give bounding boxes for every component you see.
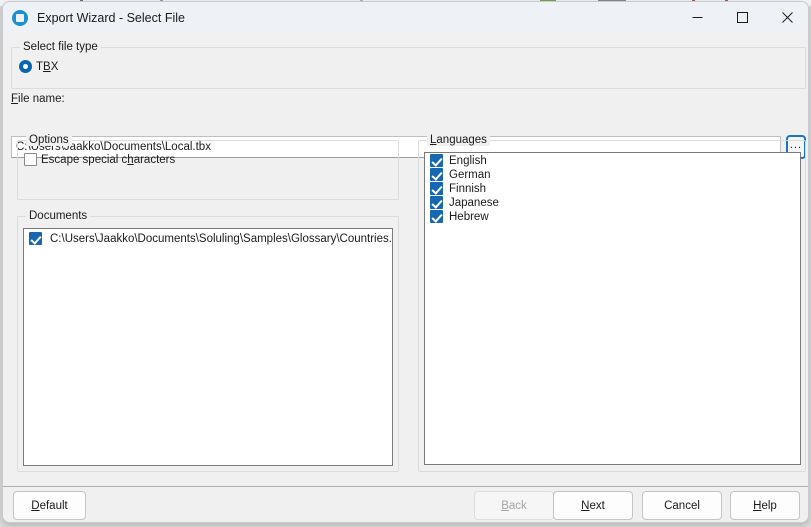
list-item[interactable]: Finnish [430, 182, 800, 195]
next-button-label: ext [589, 499, 605, 512]
options-group-title: Options [26, 134, 72, 146]
minimize-button[interactable] [675, 2, 720, 33]
back-button-label: ack [508, 499, 527, 512]
documents-group: Documents C:\Users\Jaakko\Documents\Solu… [17, 210, 399, 472]
radio-label-tbx-acc: B [43, 60, 51, 73]
languages-group: Languages English German Finnish Japanes… [418, 134, 806, 472]
checkbox-indicator-language [430, 210, 443, 223]
default-button-label: efault [39, 499, 68, 512]
checkbox-label-escape-post: aracters [133, 153, 176, 166]
checkbox-escape-special-characters[interactable]: Escape special c h aracters [24, 153, 175, 166]
languages-group-title-post: anguages [436, 134, 487, 146]
list-item-label: C:\Users\Jaakko\Documents\Soluling\Sampl… [50, 232, 393, 245]
checkbox-indicator-document [29, 232, 42, 245]
radio-label-tbx-pre: T [36, 60, 44, 73]
checkbox-label-escape-pre: Escape special c [41, 153, 128, 166]
help-button-label: elp [761, 499, 777, 512]
dialog-button-bar: Default Back Next Cancel Help [3, 486, 808, 522]
file-name-label-acc: F [11, 93, 19, 105]
help-button[interactable]: Help [730, 491, 800, 520]
documents-listbox[interactable]: C:\Users\Jaakko\Documents\Soluling\Sampl… [23, 228, 393, 466]
list-item[interactable]: Japanese [430, 196, 800, 209]
window-title: Export Wizard - Select File [37, 10, 185, 25]
list-item[interactable]: C:\Users\Jaakko\Documents\Soluling\Sampl… [29, 232, 392, 245]
select-file-type-group-title: Select file type [20, 41, 101, 53]
checkbox-indicator-language [430, 168, 443, 181]
cancel-button[interactable]: Cancel [642, 491, 722, 520]
documents-group-title: Documents [26, 210, 91, 222]
dialog-client-area: Select file type TBX File name: C:\Users… [3, 33, 808, 486]
title-bar[interactable]: Export Wizard - Select File [3, 2, 808, 33]
back-button[interactable]: Back [474, 491, 554, 520]
maximize-button[interactable] [720, 2, 765, 33]
languages-group-title: Languages [427, 134, 490, 146]
checkbox-indicator-language [430, 196, 443, 209]
select-file-type-group: Select file type TBX [11, 41, 806, 89]
circle-minus-icon [12, 9, 28, 26]
cancel-button-label: Cancel [664, 499, 700, 512]
radio-tbx[interactable]: TBX [19, 60, 58, 73]
list-item-label: Japanese [449, 196, 499, 209]
options-group: Options Escape special c h aracters [17, 134, 399, 200]
export-wizard-dialog: Export Wizard - Select File Select file … [2, 1, 809, 523]
next-button[interactable]: Next [553, 491, 633, 520]
list-item-label: Finnish [449, 182, 487, 195]
file-name-label-post: ile name: [18, 93, 65, 105]
file-name-label: File name: [11, 93, 65, 105]
languages-listbox[interactable]: English German Finnish Japanese Hebrew [424, 152, 801, 465]
list-item-label: English [449, 154, 487, 167]
radio-indicator-tbx [19, 60, 32, 73]
close-button[interactable] [765, 2, 808, 33]
list-item-label: Hebrew [449, 210, 489, 223]
checkbox-indicator-language [430, 182, 443, 195]
back-button-acc: B [501, 499, 509, 512]
checkbox-indicator-language [430, 154, 443, 167]
checkbox-indicator-escape-special-characters [24, 153, 37, 166]
list-item[interactable]: German [430, 168, 800, 181]
default-button[interactable]: Default [13, 491, 86, 520]
list-item[interactable]: Hebrew [430, 210, 800, 223]
radio-label-tbx-post: X [50, 60, 59, 73]
default-button-acc: D [31, 499, 40, 512]
list-item-label: German [449, 168, 491, 181]
list-item[interactable]: English [430, 154, 800, 167]
